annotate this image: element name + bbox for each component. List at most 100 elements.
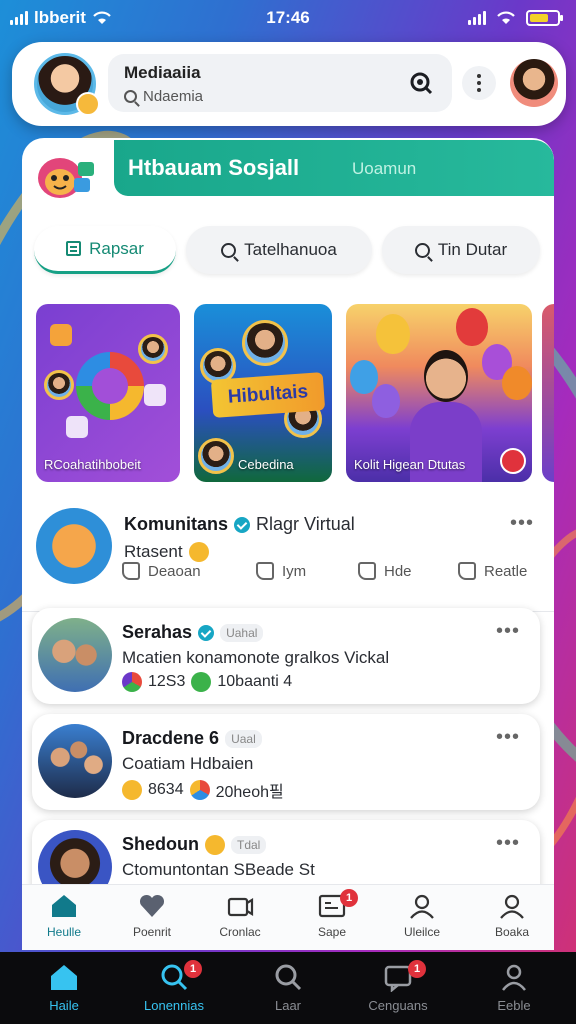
bottom-nav-home[interactable]: Haile — [16, 962, 112, 1013]
nav-label: Boaka — [494, 925, 530, 939]
bottom-nav-search[interactable]: Laar — [240, 962, 336, 1013]
lens-search-button[interactable] — [404, 66, 438, 100]
more-options-icon[interactable]: ••• — [510, 512, 534, 535]
feed-avatar[interactable] — [38, 618, 112, 692]
media-icon — [227, 897, 254, 917]
comment-icon — [122, 562, 140, 580]
community-avatar[interactable] — [36, 508, 112, 584]
list-icon — [66, 241, 82, 256]
tab-bar: Rapsar Tatelhanuoa Tin Dutar — [34, 226, 544, 276]
nav-home[interactable]: Heulle — [24, 893, 104, 939]
lens-search-icon — [410, 72, 433, 95]
status-bar: lbberit 17:46 — [0, 0, 576, 38]
author-tag: Tdal — [231, 835, 267, 854]
post-stats: 8634 20heoh필 — [122, 778, 284, 802]
search-placeholder: Ndaemia — [143, 88, 204, 105]
emoji-icon — [205, 834, 225, 855]
profile-icon — [502, 964, 526, 991]
nav-label: Uleilce — [403, 925, 440, 939]
tab-tatelhanuoa[interactable]: Tatelhanuoa — [186, 226, 372, 274]
search-bar[interactable]: Mediaaiia Ndaemia — [108, 54, 452, 112]
featured-post[interactable]: Komunitans Rlagr Virtual Rtasent ••• Dea… — [22, 504, 554, 612]
profile-icon — [500, 894, 524, 919]
tab-rapsar[interactable]: Rapsar — [34, 226, 176, 274]
mascot-icon — [38, 158, 94, 198]
comment-button[interactable]: Deaoan — [122, 562, 201, 580]
author-tag: Uaal — [225, 729, 262, 748]
stat-value: 8634 — [148, 781, 184, 798]
post-author: Serahas Uahal — [122, 622, 264, 643]
author-tag: Uahal — [220, 623, 264, 642]
story-card[interactable]: RCoahatihbobeit — [36, 304, 180, 482]
bottom-nav-profile[interactable]: Eeble — [466, 962, 562, 1013]
author-name: Shedoun — [122, 834, 199, 854]
more-options-icon[interactable]: ••• — [496, 726, 520, 749]
stat-value: 20heoh필 — [215, 784, 284, 801]
bottom-nav-messages[interactable]: Cenguans 1 — [350, 960, 446, 1013]
post-author: Shedoun Tdal — [122, 834, 267, 855]
story-card[interactable]: Kolit Higean Dtutas — [346, 304, 532, 482]
nav-media[interactable]: Cronlac — [200, 893, 280, 939]
author-name: Komunitans — [124, 514, 229, 534]
avatar-badge-icon — [76, 92, 100, 116]
feed-avatar[interactable] — [38, 724, 112, 798]
story-card[interactable]: Hibultais Cebedina — [194, 304, 332, 482]
tab-label: Rapsar — [89, 238, 144, 258]
nav-label: Laar — [274, 998, 302, 1013]
verified-icon — [198, 624, 215, 641]
more-options-icon[interactable]: ••• — [496, 620, 520, 643]
nav-favorites[interactable]: Poenrit — [112, 893, 192, 939]
banner-title: Htbauam Sosjall — [128, 155, 300, 180]
stories-carousel: RCoahatihbobeit Hibultais Cebedina Kolit… — [36, 304, 554, 484]
face-icon — [44, 370, 74, 400]
reaction-icon — [189, 780, 210, 800]
banner-subtitle[interactable]: Uoamun — [352, 159, 416, 179]
nav-label: Sape — [317, 925, 347, 939]
action-label: Hde — [384, 562, 412, 580]
react-button[interactable]: Hde — [358, 562, 412, 580]
author-extra: Rlagr Virtual — [256, 514, 355, 534]
live-icon — [500, 448, 526, 474]
like-button[interactable]: Iym — [256, 562, 306, 580]
search-input[interactable]: Ndaemia — [124, 88, 203, 105]
nav-label: Cronlac — [219, 925, 261, 939]
post-author: Dracdene 6 Uaal — [122, 728, 262, 749]
nav-gallery[interactable]: Sape 1 — [292, 889, 372, 939]
notification-badge: 1 — [184, 960, 202, 978]
community-banner: Htbauam Sosjall Uoamun — [114, 140, 554, 196]
face-icon — [198, 438, 234, 474]
emoji-icon — [188, 542, 209, 562]
nav-people[interactable]: Uleilce — [382, 893, 462, 939]
profile-avatar[interactable] — [510, 59, 558, 107]
post-text: Rtasent — [124, 542, 209, 562]
tab-tin-dutar[interactable]: Tin Dutar — [382, 226, 540, 274]
author-name: Serahas — [122, 622, 193, 642]
main-card: Htbauam Sosjall Uoamun Rapsar Tatelhanuo… — [22, 138, 554, 898]
bottom-nav-explore[interactable]: Lonennias 1 — [126, 960, 222, 1013]
post-stats: 12S3 10baanti 4 — [122, 672, 292, 692]
story-caption: RCoahatihbobeit — [44, 457, 141, 472]
author-name: Dracdene 6 — [122, 728, 220, 748]
share-button[interactable]: Reatle — [458, 562, 527, 580]
nav-profile[interactable]: Boaka — [472, 893, 552, 939]
nav-label: Eeble — [497, 998, 531, 1013]
search-icon — [275, 964, 302, 991]
story-caption: Cebedina — [238, 457, 294, 472]
nav-label: Poenrit — [132, 925, 172, 939]
search-icon — [414, 242, 430, 258]
thumbs-up-icon — [256, 562, 274, 580]
action-label: Iym — [282, 562, 307, 580]
app-name: Mediaaiia — [124, 63, 201, 82]
story-card[interactable] — [542, 304, 554, 482]
app-tab-bar: Heulle Poenrit Cronlac Sape 1 Uleilce Bo… — [22, 884, 554, 950]
heart-icon — [139, 894, 165, 917]
status-right — [468, 10, 563, 26]
notification-badge: 1 — [408, 960, 426, 978]
header-card: Mediaaiia Ndaemia — [12, 42, 566, 126]
sticker-icon — [144, 384, 166, 406]
feed-card[interactable]: Serahas Uahal Mcatien konamonote gralkos… — [32, 608, 540, 704]
more-options-button[interactable] — [462, 66, 496, 100]
more-options-icon[interactable]: ••• — [496, 832, 520, 855]
feed-card[interactable]: Dracdene 6 Uaal Coatiam Hdbaien 8634 20h… — [32, 714, 540, 810]
wifi-icon — [496, 11, 516, 25]
